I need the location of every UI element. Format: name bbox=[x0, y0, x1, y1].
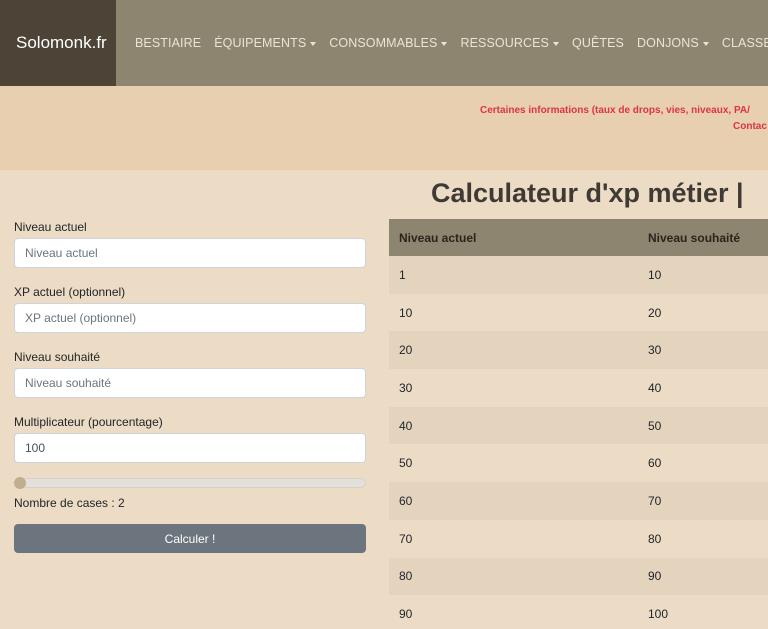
info-banner: Certaines informations (taux de drops, v… bbox=[0, 86, 768, 170]
table-row: 70 80 bbox=[389, 519, 768, 558]
niveau-actuel-label: Niveau actuel bbox=[14, 220, 87, 234]
caret-down-icon bbox=[702, 41, 709, 46]
cell-niveau-souhaite: 10 bbox=[648, 267, 662, 282]
banner-contact-link[interactable]: Contac bbox=[733, 121, 767, 132]
nav-item-label: CONSOMMABLES bbox=[329, 36, 438, 50]
cell-niveau-actuel: 60 bbox=[399, 493, 413, 508]
cell-niveau-souhaite: 20 bbox=[648, 305, 662, 320]
slider-thumb[interactable] bbox=[14, 477, 26, 489]
cases-slider[interactable] bbox=[14, 476, 366, 490]
cell-niveau-souhaite: 90 bbox=[648, 569, 662, 584]
table-row: 80 90 bbox=[389, 557, 768, 596]
cell-niveau-souhaite: 60 bbox=[648, 456, 662, 471]
nav-item-équipements[interactable]: ÉQUIPEMENTS bbox=[214, 36, 317, 50]
table-row: 90 100 bbox=[389, 595, 768, 629]
cell-niveau-actuel: 70 bbox=[399, 531, 413, 546]
nombre-de-cases-text: Nombre de cases : 2 bbox=[14, 496, 125, 510]
page-title: Calculateur d'xp métier | bbox=[431, 178, 744, 208]
cell-niveau-souhaite: 40 bbox=[648, 380, 662, 395]
brand-logo[interactable]: Solomonk.fr bbox=[0, 0, 116, 86]
table-row: 30 40 bbox=[389, 369, 768, 407]
cell-niveau-actuel: 30 bbox=[399, 380, 413, 395]
cell-niveau-actuel: 90 bbox=[399, 607, 413, 622]
xp-calculator-form: Niveau actuel XP actuel (optionnel) Nive… bbox=[14, 220, 366, 553]
table-row: 40 50 bbox=[389, 406, 768, 445]
header-niveau-actuel: Niveau actuel bbox=[399, 230, 477, 245]
nav-item-bestiaire[interactable]: BESTIAIRE bbox=[135, 36, 201, 50]
banner-warning-text: Certaines informations (taux de drops, v… bbox=[480, 105, 750, 116]
cell-niveau-souhaite: 50 bbox=[648, 418, 662, 433]
caret-down-icon bbox=[441, 41, 448, 46]
nav-item-classes[interactable]: CLASSES bbox=[722, 36, 768, 50]
table-header: Niveau actuel Niveau souhaité bbox=[389, 219, 768, 256]
niveau-souhaite-input[interactable] bbox=[14, 368, 366, 398]
top-navbar: Solomonk.fr BESTIAIRE ÉQUIPEMENTS CONSOMMA… bbox=[0, 0, 768, 86]
slider-track[interactable] bbox=[14, 478, 366, 488]
cell-niveau-actuel: 50 bbox=[399, 456, 413, 471]
cell-niveau-souhaite: 30 bbox=[648, 343, 662, 358]
nav-item-label: DONJONS bbox=[637, 36, 699, 50]
main-menu: BESTIAIRE ÉQUIPEMENTS CONSOMMABLES RESSOURC… bbox=[116, 0, 768, 86]
table-row: 50 60 bbox=[389, 444, 768, 483]
nav-item-quêtes[interactable]: QUÊTES bbox=[572, 36, 624, 50]
nav-item-label: CLASSES bbox=[721, 36, 768, 50]
multiplicateur-input[interactable] bbox=[14, 433, 366, 463]
cell-niveau-actuel: 80 bbox=[399, 569, 413, 584]
caret-down-icon bbox=[310, 41, 317, 46]
cell-niveau-actuel: 40 bbox=[399, 418, 413, 433]
table-row: 10 20 bbox=[389, 293, 768, 332]
calculer-button[interactable]: Calculer ! bbox=[14, 524, 366, 553]
cell-niveau-actuel: 1 bbox=[399, 267, 406, 282]
table-row: 60 70 bbox=[389, 482, 768, 520]
xp-actuel-input[interactable] bbox=[14, 303, 366, 333]
niveau-souhaite-label: Niveau souhaité bbox=[14, 350, 101, 364]
table-row: 1 10 bbox=[389, 256, 768, 294]
nav-item-label: ÉQUIPEMENTS bbox=[214, 36, 307, 50]
nav-item-label: RESSOURCES bbox=[460, 36, 549, 50]
nav-item-consommables[interactable]: CONSOMMABLES bbox=[329, 36, 448, 50]
niveau-actuel-input[interactable] bbox=[14, 238, 366, 268]
xp-actuel-label: XP actuel (optionnel) bbox=[14, 285, 126, 299]
nav-item-donjons[interactable]: DONJONS bbox=[637, 36, 709, 50]
nav-item-label: BESTIAIRE bbox=[135, 36, 202, 50]
cell-niveau-actuel: 10 bbox=[399, 305, 413, 320]
header-niveau-souhaite: Niveau souhaité bbox=[648, 230, 741, 245]
nav-item-label: QUÊTES bbox=[572, 36, 624, 50]
cell-niveau-souhaite: 80 bbox=[648, 531, 662, 546]
xp-table: Niveau actuel Niveau souhaité 1 10 10 20 20 3… bbox=[389, 219, 768, 629]
nav-item-ressources[interactable]: RESSOURCES bbox=[460, 36, 559, 50]
cell-niveau-souhaite: 100 bbox=[648, 607, 669, 622]
table-row: 20 30 bbox=[389, 331, 768, 370]
cell-niveau-souhaite: 70 bbox=[648, 493, 662, 508]
cell-niveau-actuel: 20 bbox=[399, 343, 413, 358]
caret-down-icon bbox=[553, 41, 559, 46]
table-body: 1 10 10 20 20 30 30 40 40 50 50 60 60 70 70 80 80 90 90 100 bbox=[389, 256, 768, 629]
multiplicateur-label: Multiplicateur (pourcentage) bbox=[14, 415, 163, 429]
